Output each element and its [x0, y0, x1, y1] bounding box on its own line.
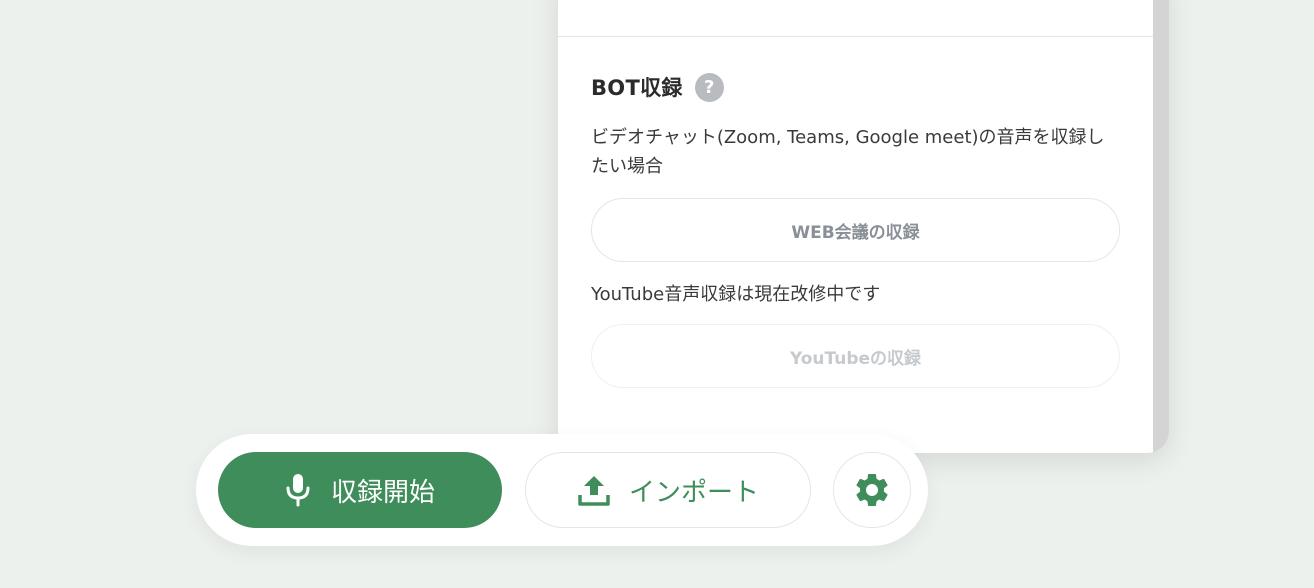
start-recording-button[interactable]: 収録開始 [218, 452, 502, 528]
popover-content: BOT収録 ? ビデオチャット(Zoom, Teams, Google meet… [558, 0, 1153, 453]
upload-icon [577, 473, 611, 507]
help-icon[interactable]: ? [694, 72, 724, 102]
settings-button[interactable] [833, 452, 911, 528]
section-header: BOT収録 ? [591, 72, 724, 102]
web-meeting-record-button[interactable]: WEB会議の収録 [591, 198, 1120, 262]
youtube-maintenance-note: YouTube音声収録は現在改修中です [591, 284, 881, 305]
gear-icon [852, 470, 892, 510]
bot-description: ビデオチャット(Zoom, Teams, Google meet)の音声を収録し… [591, 127, 1105, 177]
app-stage: BOT収録 ? ビデオチャット(Zoom, Teams, Google meet… [0, 0, 1314, 588]
youtube-record-button[interactable]: YouTubeの収録 [591, 324, 1120, 388]
bot-recording-popover: BOT収録 ? ビデオチャット(Zoom, Teams, Google meet… [557, 0, 1169, 453]
section-divider [558, 36, 1153, 37]
start-recording-label: 収録開始 [330, 477, 435, 508]
import-label: インポート [628, 477, 759, 508]
microphone-icon [285, 473, 311, 507]
section-title: BOT収録 [591, 76, 683, 100]
bottom-toolbar: 収録開始 インポート [196, 434, 928, 546]
import-button[interactable]: インポート [525, 452, 811, 528]
